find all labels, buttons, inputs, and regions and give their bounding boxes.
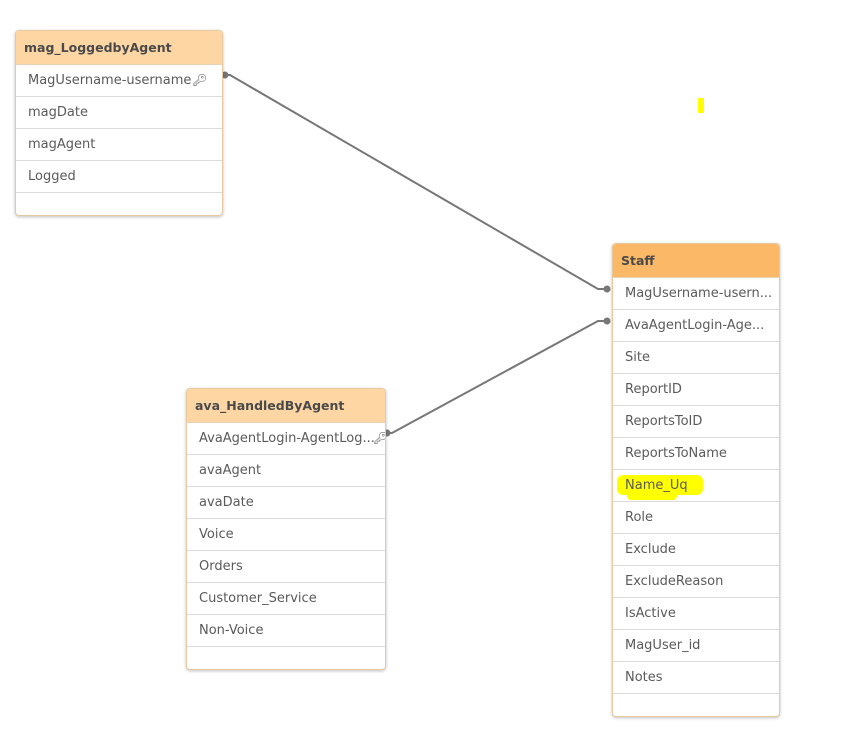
field-name: Customer_Service: [199, 591, 317, 606]
field-row[interactable]: Logged: [16, 161, 222, 193]
field-row[interactable]: AvaAgentLogin-AgentLog... 🔑︎: [187, 423, 385, 455]
field-name: Orders: [199, 559, 243, 574]
table-title[interactable]: Staff: [613, 244, 779, 278]
field-name: Role: [625, 510, 654, 525]
field-name: avaDate: [199, 495, 254, 510]
link-ava-staff[interactable]: [384, 320, 607, 434]
field-row[interactable]: magAgent: [16, 129, 222, 161]
field-name: ExcludeReason: [625, 574, 724, 589]
field-row[interactable]: Orders: [187, 551, 385, 583]
field-name: MagUser_id: [625, 638, 701, 653]
field-row[interactable]: IsActive: [613, 598, 779, 630]
field-row[interactable]: Notes: [613, 662, 779, 694]
field-name: MagUsername-username: [28, 73, 192, 88]
field-name: Name_Uq: [625, 478, 688, 493]
field-name: magAgent: [28, 137, 96, 152]
field-name: Non-Voice: [199, 623, 264, 638]
link-endpoint: [603, 317, 611, 325]
field-row[interactable]: avaDate: [187, 487, 385, 519]
table-title[interactable]: mag_LoggedbyAgent: [16, 31, 222, 65]
highlight-mark: [627, 492, 677, 500]
field-row[interactable]: ReportsToName: [613, 438, 779, 470]
field-name: ReportsToName: [625, 446, 727, 461]
field-name: avaAgent: [199, 463, 262, 478]
field-row[interactable]: avaAgent: [187, 455, 385, 487]
field-name: Voice: [199, 527, 234, 542]
field-row[interactable]: Customer_Service: [187, 583, 385, 615]
field-row[interactable]: MagUser_id: [613, 630, 779, 662]
field-name: Exclude: [625, 542, 676, 557]
key-icon: 🔑︎: [373, 423, 385, 454]
table-staff[interactable]: Staff MagUsername-usern... AvaAgentLogin…: [612, 243, 780, 717]
field-name: magDate: [28, 105, 88, 120]
table-mag-loggedbyagent[interactable]: mag_LoggedbyAgent MagUsername-username 🔑…: [15, 30, 223, 216]
empty-row: [16, 193, 222, 215]
field-row[interactable]: MagUsername-username 🔑︎: [16, 65, 222, 97]
field-name: Notes: [625, 670, 663, 685]
field-row[interactable]: magDate: [16, 97, 222, 129]
field-name: Logged: [28, 169, 76, 184]
field-row[interactable]: ReportsToID: [613, 406, 779, 438]
field-row[interactable]: Exclude: [613, 534, 779, 566]
field-name: AvaAgentLogin-AgentLog...: [199, 431, 375, 446]
field-row[interactable]: Site: [613, 342, 779, 374]
highlight-mark: [698, 98, 704, 113]
field-name: ReportID: [625, 382, 682, 397]
field-name: AvaAgentLogin-Age...: [625, 318, 765, 333]
link-mag-staff[interactable]: [222, 74, 607, 290]
key-icon: 🔑︎: [192, 73, 208, 87]
table-ava-handledbyagent[interactable]: ava_HandledByAgent AvaAgentLogin-AgentLo…: [186, 388, 386, 670]
link-endpoint: [603, 285, 611, 293]
empty-row: [613, 694, 779, 716]
field-name: MagUsername-usern...: [625, 286, 773, 301]
empty-row: [187, 647, 385, 669]
field-row[interactable]: AvaAgentLogin-Age...: [613, 310, 779, 342]
field-row-highlighted[interactable]: Name_Uq: [613, 470, 779, 502]
field-row[interactable]: Non-Voice: [187, 615, 385, 647]
field-name: Site: [625, 350, 650, 365]
field-name: IsActive: [625, 606, 676, 621]
field-row[interactable]: ReportID: [613, 374, 779, 406]
field-row[interactable]: ExcludeReason: [613, 566, 779, 598]
field-name: ReportsToID: [625, 414, 703, 429]
table-title[interactable]: ava_HandledByAgent: [187, 389, 385, 423]
field-row[interactable]: MagUsername-usern...: [613, 278, 779, 310]
field-row[interactable]: Role: [613, 502, 779, 534]
field-row[interactable]: Voice: [187, 519, 385, 551]
